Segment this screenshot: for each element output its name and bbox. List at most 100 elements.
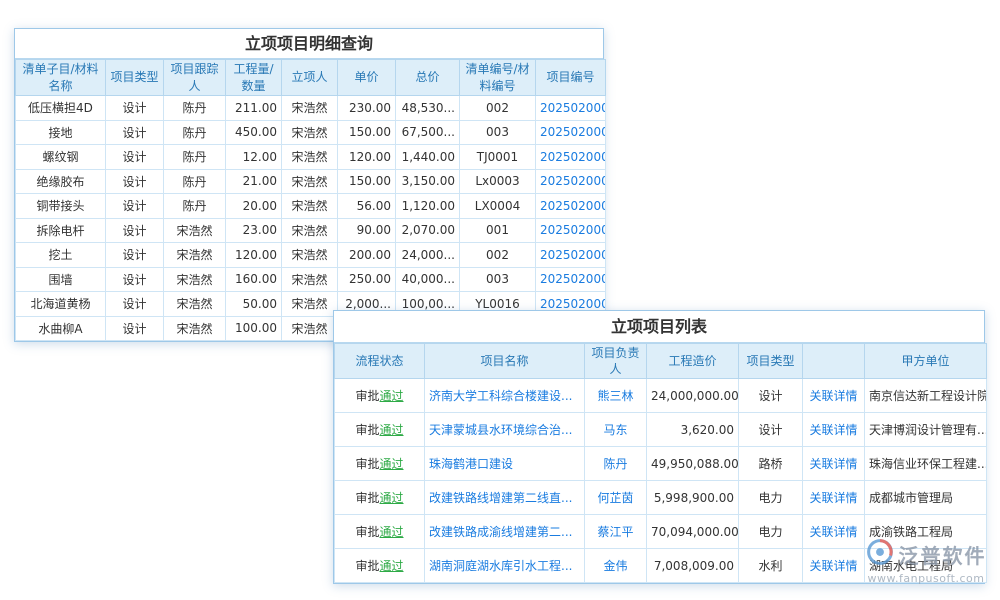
type-cell: 电力 (739, 481, 803, 515)
project-number-link[interactable]: 2025020004 (540, 101, 606, 115)
status-cell: 审批通过 (335, 481, 425, 515)
cell: 12.00 (226, 145, 282, 170)
project-manager-link[interactable]: 蔡江平 (597, 525, 633, 539)
project-number-link[interactable]: 2025020004 (540, 150, 606, 164)
cell: 围墙 (16, 267, 106, 292)
project-name-cell: 天津蒙城县水环境综合治... (425, 413, 585, 447)
status-approved-link[interactable]: 通过 (380, 491, 404, 505)
cell: 宋浩然 (282, 267, 338, 292)
related-detail-link[interactable]: 关联详情 (809, 491, 857, 505)
status-approved-link[interactable]: 通过 (380, 525, 404, 539)
cell: 90.00 (338, 218, 396, 243)
list-panel-title: 立项项目列表 (334, 311, 984, 343)
cell: 宋浩然 (164, 218, 226, 243)
column-header: 清单编号/材料编号 (460, 60, 536, 96)
type-cell: 路桥 (739, 447, 803, 481)
cell: 设计 (106, 243, 164, 268)
detail-link-cell: 关联详情 (803, 379, 865, 413)
column-header: 流程状态 (335, 344, 425, 379)
cell: 铜带接头 (16, 194, 106, 219)
column-header: 项目类型 (739, 344, 803, 379)
cell: 250.00 (338, 267, 396, 292)
cell: 低压横担4D (16, 96, 106, 121)
cell: 陈丹 (164, 96, 226, 121)
project-name-link[interactable]: 湖南洞庭湖水库引水工程... (429, 559, 572, 573)
project-number-link[interactable]: 2025020003 (540, 297, 606, 311)
cell: 120.00 (226, 243, 282, 268)
cell: 宋浩然 (164, 292, 226, 317)
cell: 挖土 (16, 243, 106, 268)
cell: 48,530... (396, 96, 460, 121)
status-cell: 审批通过 (335, 549, 425, 583)
project-name-link[interactable]: 天津蒙城县水环境综合治... (429, 423, 572, 437)
cell: 1,440.00 (396, 145, 460, 170)
related-detail-link[interactable]: 关联详情 (809, 423, 857, 437)
status-approved-link[interactable]: 通过 (380, 559, 404, 573)
table-row: 审批通过天津蒙城县水环境综合治...马东3,620.00设计关联详情天津博润设计… (335, 413, 987, 447)
detail-table-header-row: 清单子目/材料名称项目类型项目跟踪人工程量/数量立项人单价总价清单编号/材料编号… (16, 60, 606, 96)
cell: 陈丹 (164, 120, 226, 145)
project-number-link[interactable]: 2025020003 (540, 248, 606, 262)
status-label: 审批 (355, 525, 379, 539)
related-detail-link[interactable]: 关联详情 (809, 457, 857, 471)
column-header: 总价 (396, 60, 460, 96)
status-label: 审批 (355, 559, 379, 573)
detail-link-cell: 关联详情 (803, 481, 865, 515)
project-number-link[interactable]: 2025020003 (540, 223, 606, 237)
watermark-brand: 泛普软件 (899, 540, 987, 569)
cell: 2025020004 (536, 194, 606, 219)
manager-cell: 陈丹 (585, 447, 647, 481)
project-manager-link[interactable]: 熊三林 (597, 389, 633, 403)
cell: 设计 (106, 292, 164, 317)
project-number-link[interactable]: 2025020004 (540, 125, 606, 139)
cost-cell: 7,008,009.00 (647, 549, 739, 583)
cell: 1,120.00 (396, 194, 460, 219)
cell: 水曲柳A (16, 316, 106, 341)
cell: 2025020004 (536, 145, 606, 170)
status-approved-link[interactable]: 通过 (380, 457, 404, 471)
project-manager-link[interactable]: 金伟 (603, 559, 627, 573)
cost-cell: 3,620.00 (647, 413, 739, 447)
project-number-link[interactable]: 2025020003 (540, 272, 606, 286)
cell: 螺纹钢 (16, 145, 106, 170)
watermark-url: www.fanpusoft.com (856, 572, 996, 585)
status-approved-link[interactable]: 通过 (380, 423, 404, 437)
table-row: 审批通过济南大学工科综合楼建设...熊三林24,000,000.00设计关联详情… (335, 379, 987, 413)
cell: 接地 (16, 120, 106, 145)
detail-query-panel: 立项项目明细查询 清单子目/材料名称项目类型项目跟踪人工程量/数量立项人单价总价… (14, 28, 604, 342)
type-cell: 电力 (739, 515, 803, 549)
project-manager-link[interactable]: 陈丹 (603, 457, 627, 471)
related-detail-link[interactable]: 关联详情 (809, 559, 857, 573)
project-name-link[interactable]: 改建铁路成渝线增建第二... (429, 525, 572, 539)
project-manager-link[interactable]: 何芷茵 (597, 491, 633, 505)
cell: 宋浩然 (282, 96, 338, 121)
cell: 100.00 (226, 316, 282, 341)
cell: 24,000... (396, 243, 460, 268)
cell: 宋浩然 (282, 120, 338, 145)
related-detail-link[interactable]: 关联详情 (809, 389, 857, 403)
project-manager-link[interactable]: 马东 (603, 423, 627, 437)
status-cell: 审批通过 (335, 515, 425, 549)
manager-cell: 何芷茵 (585, 481, 647, 515)
project-number-link[interactable]: 2025020004 (540, 174, 606, 188)
cell: 150.00 (338, 120, 396, 145)
cost-cell: 49,950,088.00 (647, 447, 739, 481)
status-label: 审批 (355, 389, 379, 403)
client-cell: 天津博润设计管理有... (865, 413, 987, 447)
type-cell: 水利 (739, 549, 803, 583)
related-detail-link[interactable]: 关联详情 (809, 525, 857, 539)
project-name-link[interactable]: 珠海鹤港口建设 (429, 457, 513, 471)
project-name-link[interactable]: 改建铁路线增建第二线直... (429, 491, 572, 505)
column-header: 项目跟踪人 (164, 60, 226, 96)
status-approved-link[interactable]: 通过 (380, 389, 404, 403)
project-number-link[interactable]: 2025020004 (540, 199, 606, 213)
list-table-header-row: 流程状态项目名称项目负责人工程造价项目类型甲方单位 (335, 344, 987, 379)
cell: 设计 (106, 316, 164, 341)
cell: 宋浩然 (282, 194, 338, 219)
column-header: 项目类型 (106, 60, 164, 96)
cell: 设计 (106, 267, 164, 292)
column-header: 工程造价 (647, 344, 739, 379)
cell: TJ0001 (460, 145, 536, 170)
project-name-link[interactable]: 济南大学工科综合楼建设... (429, 389, 572, 403)
project-name-cell: 改建铁路线增建第二线直... (425, 481, 585, 515)
